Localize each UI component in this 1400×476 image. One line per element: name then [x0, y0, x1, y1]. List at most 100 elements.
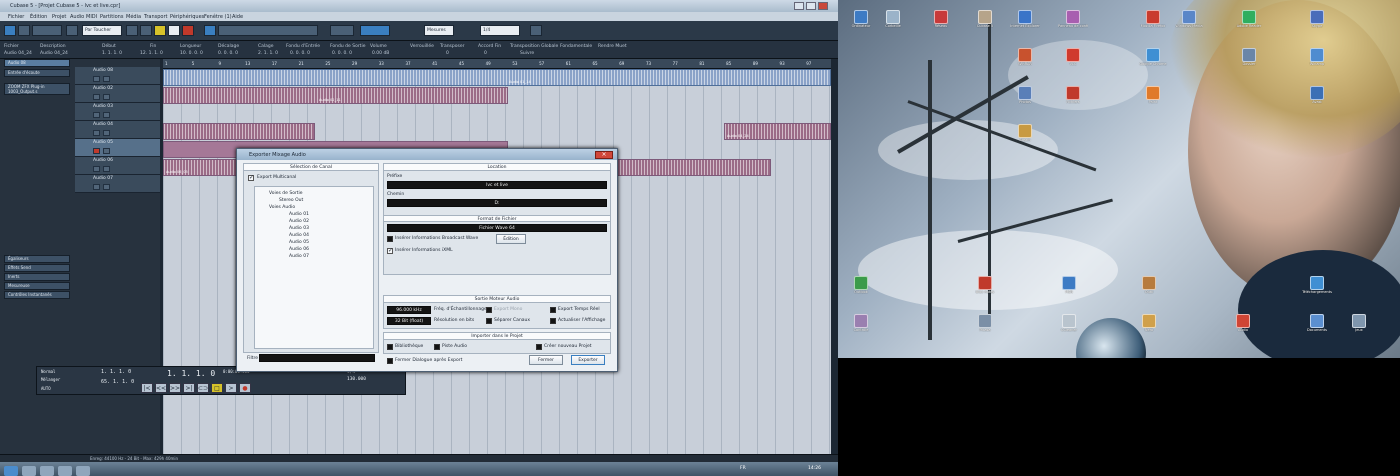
mute-icon[interactable]	[93, 94, 100, 100]
realtime-export-checkbox[interactable]	[550, 307, 556, 313]
automation-icon[interactable]	[66, 25, 78, 36]
dialog-close-action-button[interactable]: Fermer	[529, 355, 563, 365]
info-value-accord-fin[interactable]: 0	[484, 51, 487, 56]
export-mono-checkbox[interactable]	[486, 307, 492, 313]
minimize-button[interactable]	[794, 2, 804, 10]
grid-type-select[interactable]: Mesures	[424, 25, 454, 36]
snap-mode-icon[interactable]	[360, 25, 390, 36]
ixml-checkbox[interactable]	[387, 247, 393, 254]
desktop-icon[interactable]: Documents	[1302, 314, 1332, 332]
mute-icon[interactable]	[93, 130, 100, 136]
track-row-1[interactable]: Audio 08	[75, 67, 160, 85]
stop-icon[interactable]	[154, 25, 166, 36]
tree-audio-03[interactable]: Audio 03	[289, 226, 309, 231]
inspector-toggle-icon[interactable]	[32, 25, 62, 36]
desktop-icon[interactable]: Dossier	[1234, 48, 1264, 66]
update-display-checkbox[interactable]	[550, 318, 556, 324]
info-value-fondu-entree[interactable]: 0. 0. 0. 0	[290, 51, 310, 56]
desktop-icon[interactable]: VLC	[1058, 48, 1088, 66]
info-value-fin[interactable]: 12. 1. 1. 0	[140, 51, 163, 56]
desktop-icon[interactable]: Winamp	[1302, 48, 1332, 66]
desktop-icon[interactable]: Avast	[1302, 86, 1332, 104]
close-after-export-checkbox[interactable]	[387, 358, 393, 364]
broadcast-wave-checkbox[interactable]	[387, 236, 393, 242]
mute-icon[interactable]	[93, 184, 100, 190]
automation-mode-select[interactable]: Par Toucher	[82, 25, 122, 36]
quantize-select[interactable]: 1/4	[480, 25, 520, 36]
inspector-section-inserts[interactable]: Inerts	[4, 273, 70, 281]
solo-icon[interactable]	[103, 94, 110, 100]
desktop-icon[interactable]: Windows Media	[1174, 10, 1204, 28]
solo-icon[interactable]	[103, 184, 110, 190]
taskbar-app-icon[interactable]	[76, 466, 90, 476]
desktop-icon[interactable]: Google Chrome	[1138, 48, 1168, 66]
audio-event[interactable]: Audio 02_11	[163, 87, 508, 104]
tree-audio-06[interactable]: Audio 06	[289, 247, 309, 252]
desktop-icon[interactable]: Photos	[1010, 86, 1040, 104]
file-format-select[interactable]: Fichier Wave 64	[387, 224, 607, 232]
audio-event[interactable]: Audio 04_24	[724, 123, 831, 140]
menu-transport[interactable]: Transport	[144, 14, 167, 20]
path-select[interactable]: D:	[387, 199, 607, 207]
maximize-button[interactable]	[806, 2, 816, 10]
inspector-plugin[interactable]: ZOOM ZFX Plug-in 1003_Output.s	[4, 83, 70, 95]
track-row-3[interactable]: Audio 03	[75, 103, 160, 121]
solo-icon[interactable]	[103, 130, 110, 136]
track-row-4[interactable]: Audio 04	[75, 121, 160, 139]
tree-audio-01[interactable]: Audio 01	[289, 212, 309, 217]
audio-track-checkbox[interactable]	[434, 344, 440, 350]
tool-buttons[interactable]	[218, 25, 318, 36]
primary-time-display[interactable]: 1. 1. 1. 0	[167, 369, 215, 378]
close-button[interactable]	[818, 2, 828, 10]
inspector-section-sends[interactable]: Effets Send	[4, 264, 70, 272]
solo-icon[interactable]	[103, 112, 110, 118]
desktop-icon[interactable]: Steam	[1010, 124, 1040, 142]
record-enable-icon[interactable]	[93, 148, 100, 154]
desktop-icon[interactable]: Audio	[1228, 314, 1258, 332]
right-locator[interactable]: 65. 1. 1. 0	[101, 379, 134, 385]
info-value-calage[interactable]: 2. 1. 1. 0	[258, 51, 278, 56]
dialog-close-button[interactable]: ×	[595, 151, 613, 159]
filter-input[interactable]	[259, 354, 375, 362]
info-value-fichier[interactable]: Audio 04_24	[4, 51, 32, 56]
record-icon[interactable]: ●	[239, 383, 251, 393]
record-icon[interactable]	[182, 25, 194, 36]
edit-button[interactable]: Édition	[496, 234, 526, 244]
track-row-2[interactable]: Audio 02	[75, 85, 160, 103]
cycle-icon[interactable]	[140, 25, 152, 36]
play-icon[interactable]	[168, 25, 180, 36]
export-multichannel-checkbox[interactable]	[248, 174, 254, 181]
tree-audio-04[interactable]: Audio 04	[289, 233, 309, 238]
mute-icon[interactable]	[93, 112, 100, 118]
menu-midi[interactable]: MIDI	[86, 14, 97, 20]
transport-auto-quantize[interactable]: AUTO	[41, 386, 51, 391]
desktop-icon[interactable]: Jeux	[1344, 314, 1374, 332]
desktop-icon[interactable]: MSN	[1054, 276, 1084, 294]
desktop-icon[interactable]: WinRAR	[1010, 48, 1040, 66]
left-locator[interactable]: 1. 1. 1. 0	[101, 369, 131, 375]
desktop-icon[interactable]: Réseau	[926, 10, 956, 28]
info-value-volume[interactable]: 0.00 dB	[372, 51, 389, 56]
taskbar-app-icon[interactable]	[22, 466, 36, 476]
transport-mode-mix[interactable]: Mélanger	[41, 377, 60, 382]
menu-peripheriques[interactable]: Périphériques	[170, 14, 204, 20]
menu-fenetre[interactable]: Fenêtre (1)	[204, 14, 232, 20]
go-start-icon[interactable]	[126, 25, 138, 36]
solo-icon[interactable]	[103, 166, 110, 172]
desktop-icon[interactable]: Cubase 5	[970, 10, 1000, 28]
info-value-fondu-sortie[interactable]: 0. 0. 0. 0	[332, 51, 352, 56]
desktop-icon[interactable]: Paint	[1138, 86, 1168, 104]
menu-audio[interactable]: Audio	[70, 14, 84, 20]
split-channels-checkbox[interactable]	[486, 318, 492, 324]
tree-audio-channels[interactable]: Voies Audio	[269, 205, 295, 210]
taskbar-app-icon[interactable]	[58, 466, 72, 476]
track-row-7[interactable]: Audio 07	[75, 175, 160, 193]
window-layout-icon[interactable]	[18, 25, 30, 36]
audio-event[interactable]: Audio 01_14	[163, 69, 831, 86]
info-value-transposition-globale[interactable]: Suivre	[520, 51, 534, 56]
desktop-icon[interactable]: Contrôle	[846, 314, 876, 332]
mute-icon[interactable]	[93, 166, 100, 172]
go-to-start-icon[interactable]: |<	[141, 383, 153, 393]
tree-audio-02[interactable]: Audio 02	[289, 219, 309, 224]
desktop-icon[interactable]: Outil	[1134, 276, 1164, 294]
